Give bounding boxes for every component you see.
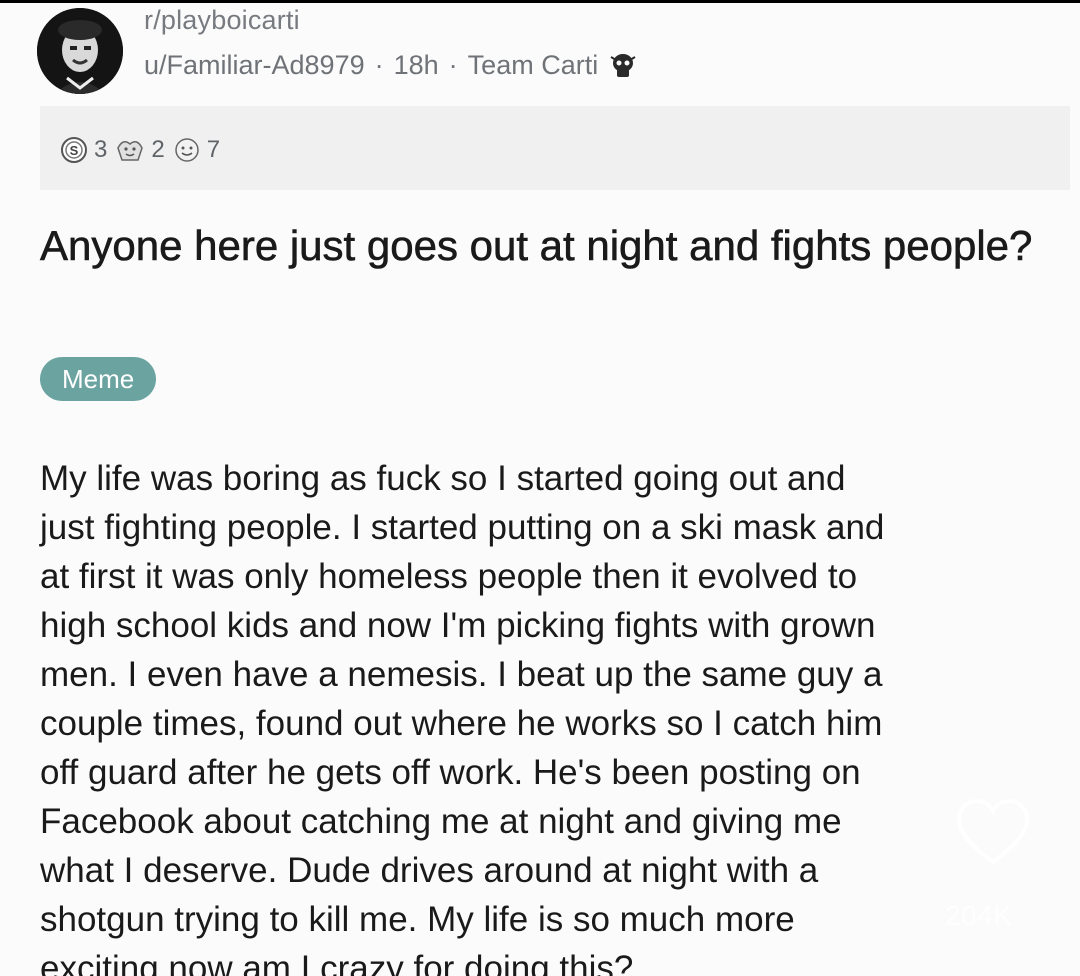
body-line: Facebook about catching me at night and … xyxy=(40,802,842,841)
subreddit-name[interactable]: r/playboicarti xyxy=(144,5,300,36)
body-line: what I deserve. Dude drives around at ni… xyxy=(40,851,819,890)
wholesome-award-icon xyxy=(117,141,144,161)
meta-separator: · xyxy=(374,50,384,80)
stats-row: S 3 2 7 xyxy=(60,136,228,164)
avatar[interactable] xyxy=(37,8,123,94)
body-line: high school kids and now I'm picking fig… xyxy=(40,606,876,645)
skull-icon xyxy=(608,51,638,81)
gift-count: 2 xyxy=(151,136,165,163)
body-line: off guard after he gets off work. He's b… xyxy=(40,753,861,792)
silver-award-icon: S xyxy=(61,137,87,163)
reaction-stat[interactable]: 7 xyxy=(173,136,220,164)
body-line: at first it was only homeless people the… xyxy=(40,557,858,596)
awards-bar: S 3 2 7 xyxy=(40,106,1070,190)
body-line: shotgun trying to kill me. My life is so… xyxy=(40,900,795,939)
post-body: My life was boring as fuck so I started … xyxy=(40,454,1060,976)
award-stat[interactable]: S 3 xyxy=(60,136,107,164)
helpful-award-icon xyxy=(174,138,199,162)
body-line: couple times, found out where he works s… xyxy=(40,704,883,743)
user-flair: Team Carti xyxy=(467,50,599,80)
award-count: 3 xyxy=(94,136,108,163)
body-line: My life was boring as fuck so I started … xyxy=(40,459,846,498)
body-line: exciting now am I crazy for doing this? xyxy=(40,949,634,976)
body-line: just fighting people. I started putting … xyxy=(40,508,885,547)
post-meta: u/Familiar-Ad8979 · 18h · Team Carti xyxy=(144,50,638,81)
post-title[interactable]: Anyone here just goes out at night and f… xyxy=(40,218,1040,274)
gift-stat[interactable]: 2 xyxy=(115,136,165,164)
svg-text:S: S xyxy=(70,143,79,158)
avatar-image xyxy=(37,8,123,94)
post-time: 18h xyxy=(393,50,439,80)
meta-separator: · xyxy=(448,50,458,80)
post-flair[interactable]: Meme xyxy=(40,357,157,401)
like-count: 204K xyxy=(945,900,1013,931)
heart-outline-icon[interactable] xyxy=(955,798,1031,868)
reddit-post: r/playboicarti u/Familiar-Ad8979 · 18h ·… xyxy=(0,3,1080,976)
author-name[interactable]: u/Familiar-Ad8979 xyxy=(144,50,365,81)
reaction-count: 7 xyxy=(206,136,221,163)
body-line: men. I even have a nemesis. I beat up th… xyxy=(40,655,883,694)
